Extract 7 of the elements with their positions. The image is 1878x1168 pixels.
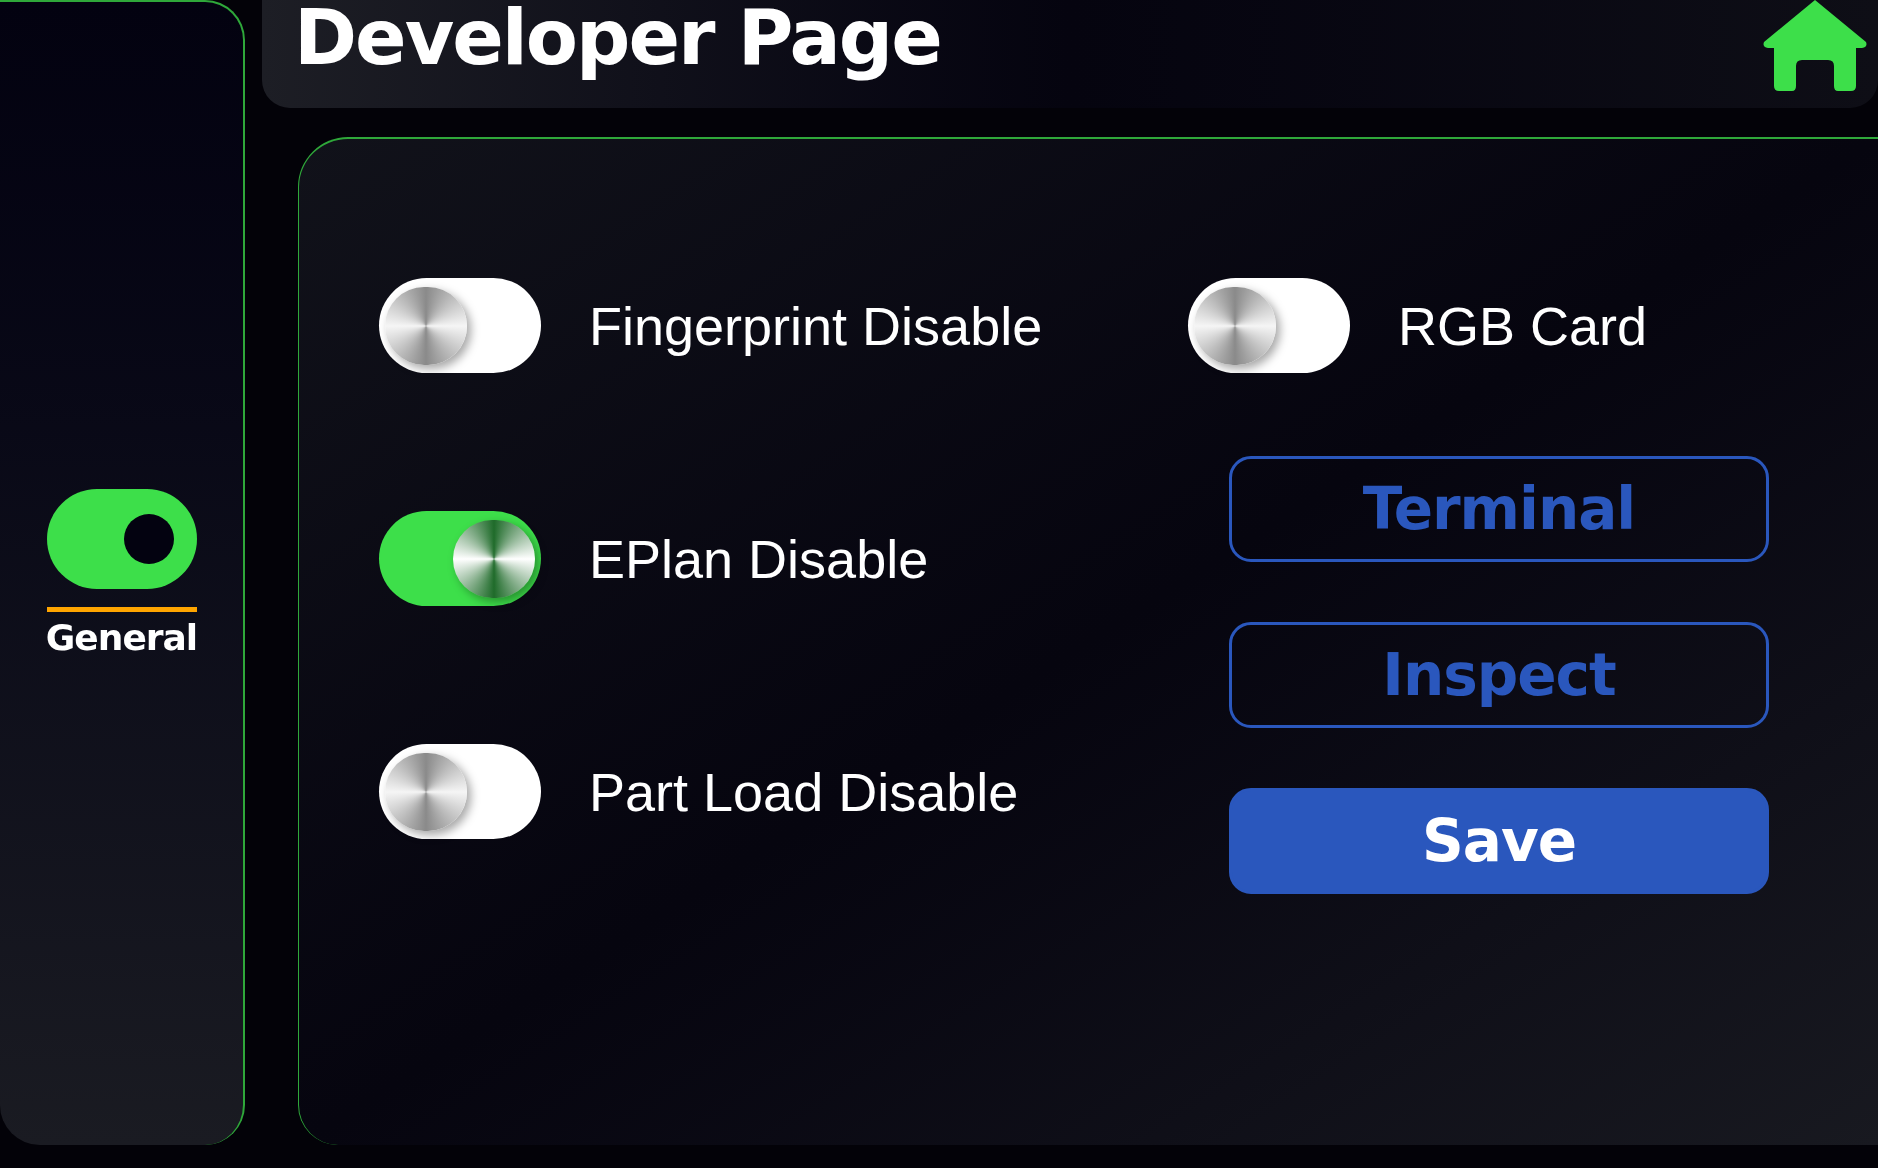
toggle-label: RGB Card bbox=[1398, 298, 1648, 353]
page-title: Developer Page bbox=[294, 0, 941, 82]
home-icon[interactable] bbox=[1762, 0, 1868, 92]
sidebar-item[interactable]: General bbox=[46, 489, 197, 656]
toggle-label: EPlan Disable bbox=[589, 531, 929, 586]
save-button[interactable]: Save bbox=[1229, 788, 1769, 894]
toggle-label: Part Load Disable bbox=[589, 764, 1019, 819]
